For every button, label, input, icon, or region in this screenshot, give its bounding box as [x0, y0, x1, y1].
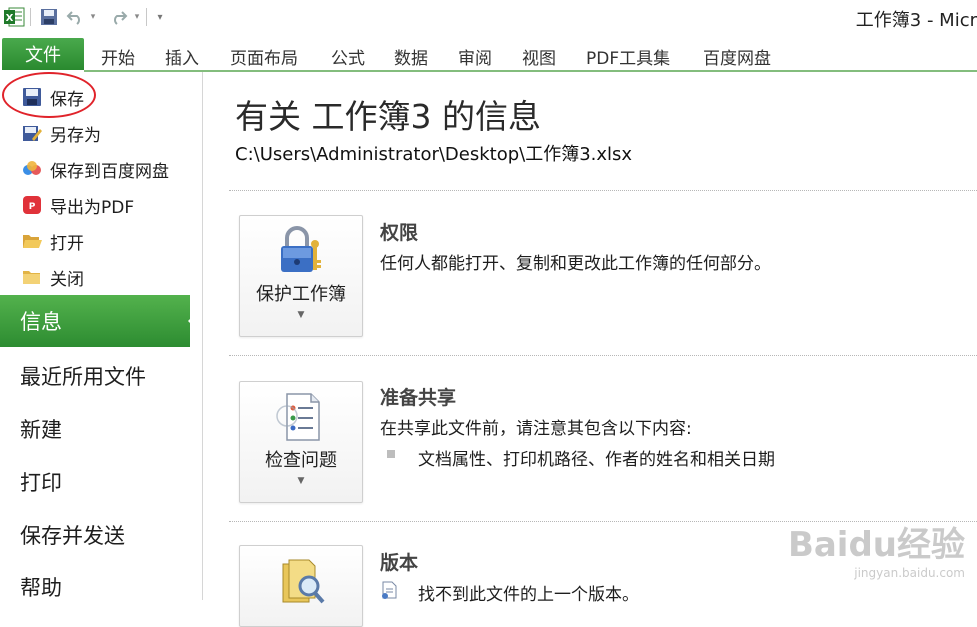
close-folder-icon	[20, 266, 44, 288]
nav-print[interactable]: 打印	[20, 467, 62, 497]
open-command[interactable]: 打开	[20, 227, 84, 255]
save-to-baidu-label: 保存到百度网盘	[50, 161, 169, 182]
undo-dropdown-icon[interactable]: ▾	[88, 6, 98, 28]
watermark-url: jingyan.baidu.com	[854, 566, 965, 580]
checklist-icon	[273, 388, 329, 444]
save-as-icon	[20, 122, 44, 144]
undo-icon[interactable]	[64, 6, 86, 28]
svg-text:P: P	[29, 202, 36, 212]
check-issues-label: 检查问题	[265, 450, 337, 471]
tab-insert[interactable]: 插入	[165, 44, 199, 69]
nav-new[interactable]: 新建	[20, 414, 62, 444]
tab-file[interactable]: 文件	[2, 38, 84, 70]
info-panel: 有关 工作簿3 的信息 C:\Users\Administrator\Deskt…	[203, 72, 977, 627]
bullet-icon	[387, 450, 395, 458]
nav-help[interactable]: 帮助	[20, 572, 62, 602]
divider	[229, 355, 977, 356]
tab-view[interactable]: 视图	[522, 44, 556, 69]
versions-text: 找不到此文件的上一个版本。	[418, 585, 639, 605]
open-label: 打开	[50, 233, 84, 254]
export-pdf-label: 导出为PDF	[50, 197, 135, 218]
watermark: Baidu经验 jingyan.baidu.com	[788, 517, 965, 580]
version-doc-icon	[380, 580, 404, 600]
save-as-command-label: 另存为	[50, 125, 101, 146]
dropdown-arrow-icon: ▼	[297, 310, 305, 320]
baidu-cloud-icon	[20, 158, 44, 180]
svg-text:X: X	[6, 13, 14, 24]
protect-workbook-button[interactable]: 保护工作簿 ▼	[239, 215, 363, 337]
tab-review[interactable]: 审阅	[458, 44, 492, 69]
nav-recent[interactable]: 最近所用文件	[20, 361, 146, 391]
save-icon[interactable]	[38, 6, 60, 28]
manage-versions-button[interactable]	[239, 545, 363, 627]
permissions-text: 任何人都能打开、复制和更改此工作簿的任何部分。	[380, 254, 771, 274]
title-bar: X ▾ ▾ ▾ 工作簿3 - Micr	[0, 0, 977, 36]
highlight-circle	[2, 72, 96, 118]
divider	[229, 190, 977, 191]
protect-workbook-label: 保护工作簿	[256, 284, 346, 305]
page-title: 有关 工作簿3 的信息	[235, 97, 541, 136]
permissions-heading: 权限	[380, 222, 419, 244]
close-command[interactable]: 关闭	[20, 263, 84, 291]
check-issues-button[interactable]: 检查问题 ▼	[239, 381, 363, 503]
tab-home[interactable]: 开始	[101, 44, 135, 69]
prepare-sharing-heading: 准备共享	[380, 387, 457, 409]
tab-pdf-tools[interactable]: PDF工具集	[586, 44, 670, 69]
window-title: 工作簿3 - Micr	[855, 10, 977, 31]
open-folder-icon	[20, 230, 44, 252]
export-pdf-command[interactable]: P 导出为PDF	[20, 191, 134, 219]
customize-arrow-icon[interactable]: ▾	[154, 6, 166, 28]
close-label: 关闭	[50, 269, 84, 290]
prepare-sharing-text: 在共享此文件前，请注意其包含以下内容:	[380, 419, 692, 439]
redo-icon[interactable]	[108, 6, 130, 28]
nav-save-send[interactable]: 保存并发送	[20, 520, 125, 550]
tab-formulas[interactable]: 公式	[331, 44, 365, 69]
tab-page-layout[interactable]: 页面布局	[230, 44, 298, 69]
ribbon-tabs: 文件 开始 插入 页面布局 公式 数据 审阅 视图 PDF工具集 百度网盘	[0, 36, 977, 72]
tab-baidu-netdisk[interactable]: 百度网盘	[703, 44, 771, 69]
prepare-sharing-bullet: 文档属性、打印机路径、作者的姓名和相关日期	[418, 450, 775, 470]
pdf-icon: P	[20, 194, 44, 216]
tab-data[interactable]: 数据	[394, 44, 428, 69]
watermark-logo: Baidu经验	[787, 525, 965, 565]
lock-key-icon	[273, 222, 329, 278]
dropdown-arrow-icon: ▼	[297, 476, 305, 486]
selected-arrow-icon	[188, 307, 202, 335]
file-path: C:\Users\Administrator\Desktop\工作簿3.xlsx	[235, 144, 633, 165]
versions-heading: 版本	[380, 552, 419, 574]
nav-info[interactable]: 信息	[0, 295, 190, 347]
redo-dropdown-icon[interactable]: ▾	[132, 6, 142, 28]
save-as-command[interactable]: 另存为	[20, 119, 101, 147]
excel-icon[interactable]: X	[3, 6, 25, 28]
save-to-baidu-command[interactable]: 保存到百度网盘	[20, 155, 169, 183]
